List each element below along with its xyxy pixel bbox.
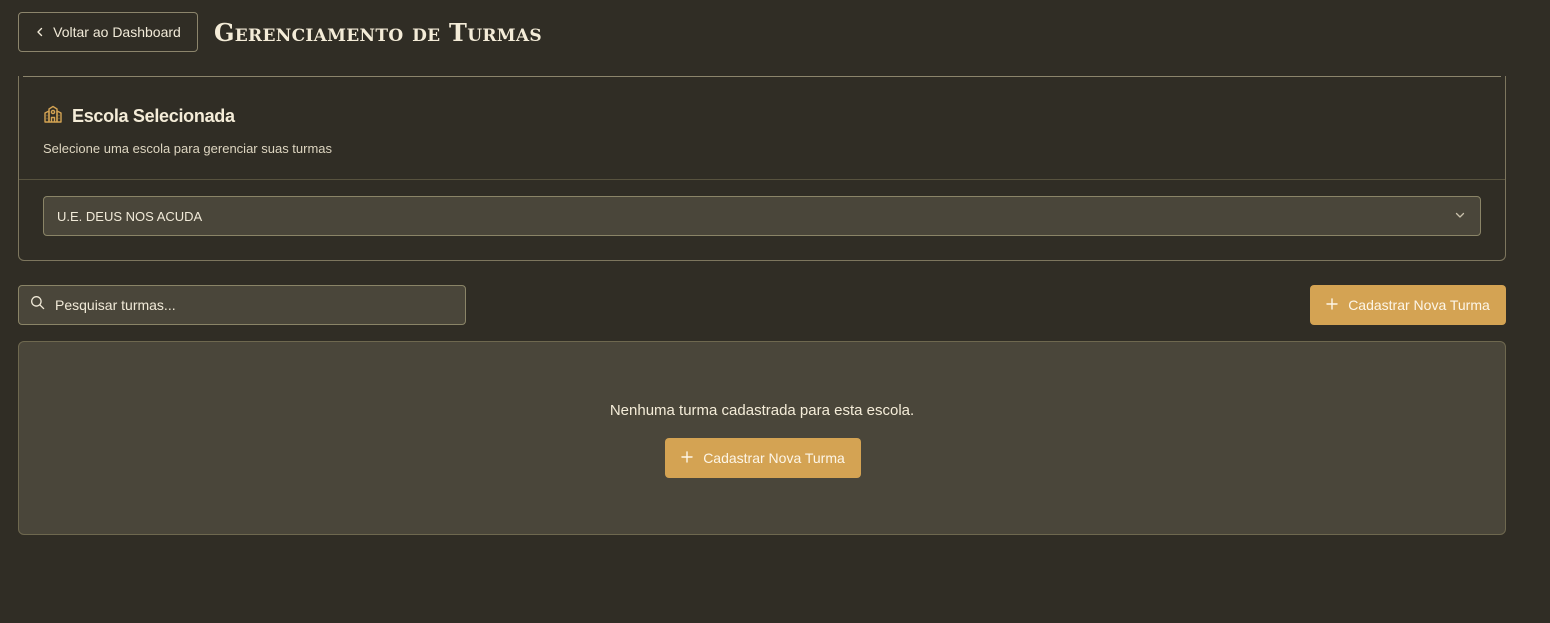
school-icon (43, 104, 63, 129)
search-field[interactable] (18, 285, 466, 325)
chevron-down-icon (1454, 209, 1466, 224)
search-icon (30, 295, 45, 315)
chevron-left-icon (35, 24, 45, 40)
search-input[interactable] (55, 297, 435, 313)
card-title: Escola Selecionada (72, 106, 235, 126)
page-header: Voltar ao Dashboard Gerenciamento de Tur… (18, 12, 542, 52)
add-class-button[interactable]: Cadastrar Nova Turma (1310, 285, 1506, 325)
back-button-label: Voltar ao Dashboard (53, 24, 181, 40)
selected-school-value: U.E. DEUS NOS ACUDA (57, 208, 203, 224)
empty-state-add-class-button[interactable]: Cadastrar Nova Turma (665, 438, 861, 478)
selected-school-card: Escola Selecionada Selecione uma escola … (18, 76, 1506, 261)
empty-state-add-label: Cadastrar Nova Turma (703, 450, 845, 466)
add-class-button-label: Cadastrar Nova Turma (1348, 297, 1490, 313)
card-header: Escola Selecionada Selecione uma escola … (19, 76, 1505, 180)
plus-icon (681, 450, 693, 466)
card-title-row: Escola Selecionada (43, 104, 1481, 129)
card-subtitle: Selecione uma escola para gerenciar suas… (43, 141, 333, 156)
page-title: Gerenciamento de Turmas (214, 17, 542, 47)
school-select[interactable]: U.E. DEUS NOS ACUDA (43, 196, 1481, 236)
empty-state-panel: Nenhuma turma cadastrada para esta escol… (18, 341, 1506, 535)
empty-state-message: Nenhuma turma cadastrada para esta escol… (609, 402, 915, 419)
back-to-dashboard-button[interactable]: Voltar ao Dashboard (18, 12, 198, 52)
plus-icon (1326, 297, 1338, 313)
